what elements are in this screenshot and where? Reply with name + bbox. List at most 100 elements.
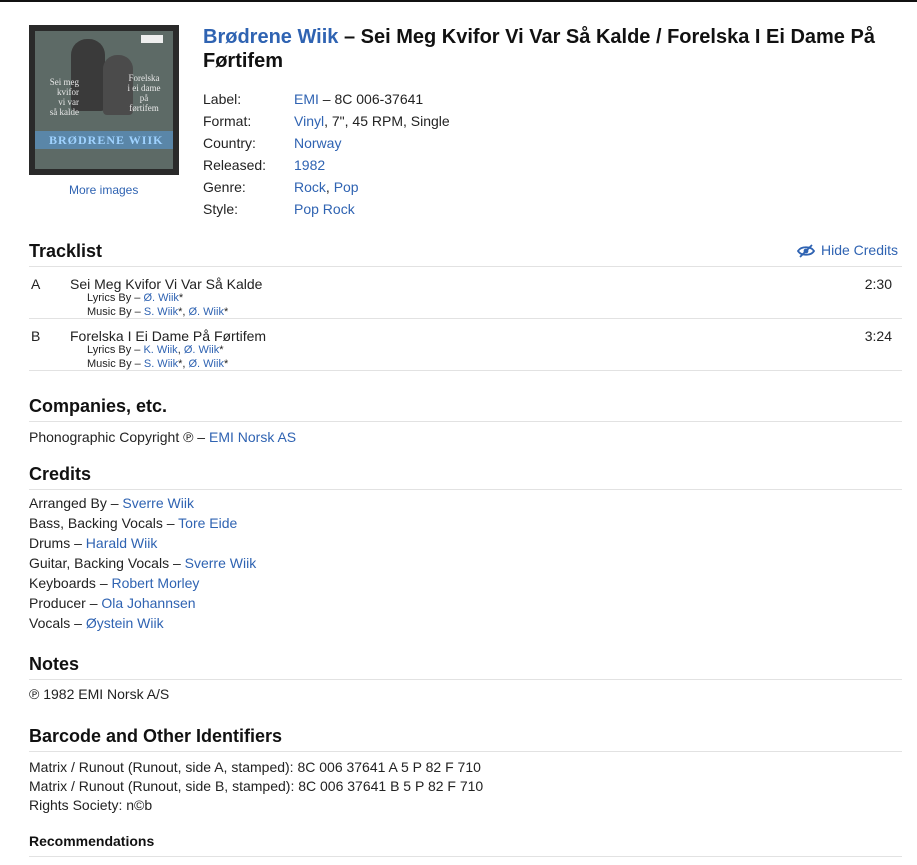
notes-heading: Notes: [29, 653, 902, 680]
notes-section: Notes ℗ 1982 EMI Norsk A/S: [29, 653, 902, 704]
release-header: Sei meg kvifor vi var så kalde Forelska i ei…: [29, 25, 899, 225]
text-fragment: *: [223, 358, 229, 370]
credit-link[interactable]: Rock: [294, 179, 326, 195]
credit-link[interactable]: EMI: [294, 91, 319, 107]
track-credit: Lyrics By – K. Wiik, Ø. Wiik*: [87, 344, 224, 356]
credit-artist-link[interactable]: Harald Wiik: [86, 535, 158, 551]
recommendations-heading: Recommendations: [29, 832, 902, 857]
notes-text: ℗ 1982 EMI Norsk A/S: [29, 686, 170, 702]
credit-line: Keyboards – Robert Morley: [29, 573, 902, 593]
track-row: A Sei Meg Kvifor Vi Var Så Kalde 2:30 Lyric…: [29, 267, 902, 319]
info-label: Style:: [203, 201, 239, 217]
credit-artist-link[interactable]: Ola Johannsen: [101, 595, 195, 611]
cover-image[interactable]: Sei meg kvifor vi var så kalde Forelska i ei…: [29, 25, 179, 175]
text-fragment: *: [219, 344, 224, 356]
info-value: Norway: [294, 135, 341, 151]
track-credit: Lyrics By – Ø. Wiik*: [87, 292, 183, 304]
artist-link[interactable]: Brødrene Wiik: [203, 26, 338, 48]
company-link[interactable]: EMI Norsk AS: [209, 429, 296, 445]
text-fragment: *: [178, 292, 184, 304]
track-position: B: [31, 328, 41, 344]
credit-line: Producer – Ola Johannsen: [29, 593, 902, 613]
release-title: Brødrene Wiik – Sei Meg Kvifor Vi Var Så…: [203, 25, 899, 73]
credit-artist-link[interactable]: Sverre Wiik: [122, 495, 194, 511]
hide-credits-button[interactable]: Hide Credits: [796, 242, 898, 258]
cover-band-name: BRØDRENE WIIK: [49, 133, 164, 147]
credit-link[interactable]: Ø. Wiik: [143, 292, 178, 304]
track-position: A: [31, 276, 41, 292]
cover-text-right: Forelska i ei dame på førtifem: [127, 73, 161, 113]
credit-artist-link[interactable]: Sverre Wiik: [185, 555, 257, 571]
track-row: B Forelska I Ei Dame På Førtifem 3:24 Lyric…: [29, 319, 902, 371]
credit-role: Lyrics By –: [87, 344, 144, 356]
credits-heading: Credits: [29, 463, 902, 490]
track-credit: Music By – S. Wiik*, Ø. Wiik*: [87, 358, 228, 370]
more-images-link[interactable]: More images: [69, 183, 138, 197]
credit-link[interactable]: Pop: [334, 179, 359, 195]
credit-role: Guitar, Backing Vocals –: [29, 555, 185, 571]
credit-artist-link[interactable]: Tore Eide: [178, 515, 237, 531]
info-value: Rock, Pop: [294, 179, 359, 195]
identifiers-section: Barcode and Other Identifiers Matrix / R…: [29, 725, 902, 815]
recommendations-section: Recommendations: [29, 832, 902, 857]
track-credit: Music By – S. Wiik*, Ø. Wiik*: [87, 306, 228, 318]
credit-role: Producer –: [29, 595, 102, 611]
credit-link[interactable]: Ø. Wiik: [189, 358, 224, 370]
info-value: Vinyl, 7", 45 RPM, Single: [294, 113, 450, 129]
info-value: 1982: [294, 157, 325, 173]
identifiers-heading: Barcode and Other Identifiers: [29, 725, 902, 752]
companies-section: Companies, etc. Phonographic Copyright ℗…: [29, 395, 902, 447]
info-label: Format:: [203, 113, 252, 129]
credit-line: Guitar, Backing Vocals – Sverre Wiik: [29, 553, 902, 573]
info-label: Label:: [203, 91, 242, 107]
track-title: Forelska I Ei Dame På Førtifem: [70, 328, 267, 344]
credit-line: Vocals – Øystein Wiik: [29, 613, 902, 633]
track-list: A Sei Meg Kvifor Vi Var Så Kalde 2:30 Lyric…: [29, 267, 902, 371]
company-line: Phonographic Copyright ℗ – EMI Norsk AS: [29, 427, 902, 447]
credit-link[interactable]: Pop Rock: [294, 201, 355, 217]
info-value: EMI – 8C 006-37641: [294, 91, 423, 107]
credit-role: Arranged By –: [29, 495, 123, 511]
credit-link[interactable]: Vinyl: [294, 113, 324, 129]
credit-artist-link[interactable]: Robert Morley: [112, 575, 200, 591]
tracklist-heading: Tracklist: [29, 240, 902, 267]
company-role: Phonographic Copyright ℗ –: [29, 429, 209, 445]
credit-artist-link[interactable]: Øystein Wiik: [86, 615, 164, 631]
identifier-line: Matrix / Runout (Runout, side A, stamped…: [29, 759, 481, 775]
cover-text-left: Sei meg kvifor vi var så kalde: [49, 77, 79, 117]
credit-link[interactable]: Ø. Wiik: [189, 306, 224, 318]
tracklist-section: Tracklist Hide Credits A Sei Meg Kvifor V…: [29, 240, 902, 371]
text-fragment: *: [223, 306, 229, 318]
credit-link[interactable]: Ø. Wiik: [184, 344, 219, 356]
credits-section: Credits Arranged By – Sverre Wiik Bass, B…: [29, 463, 902, 633]
credit-link[interactable]: K. Wiik: [143, 344, 177, 356]
text-fragment: *,: [178, 358, 189, 370]
credit-link[interactable]: S. Wiik: [144, 358, 178, 370]
credit-line: Arranged By – Sverre Wiik: [29, 493, 902, 513]
emi-logo: [141, 35, 163, 43]
credit-line: Bass, Backing Vocals – Tore Eide: [29, 513, 902, 533]
info-label: Genre:: [203, 179, 246, 195]
info-label: Country:: [203, 135, 256, 151]
identifier-line: Matrix / Runout (Runout, side B, stamped…: [29, 778, 484, 794]
companies-heading: Companies, etc.: [29, 395, 902, 422]
text-fragment: , 7", 45 RPM, Single: [324, 113, 450, 129]
credit-role: Music By –: [87, 358, 144, 370]
info-value: Pop Rock: [294, 201, 355, 217]
credit-link[interactable]: Norway: [294, 135, 341, 151]
info-label: Released:: [203, 157, 267, 173]
text-fragment: – 8C 006-37641: [318, 91, 424, 107]
credit-link[interactable]: 1982: [294, 157, 325, 173]
page-title: Brødrene Wiik – Sei Meg Kvifor Vi Var Så…: [203, 26, 875, 72]
credit-role: Music By –: [87, 306, 144, 318]
text-fragment: ,: [325, 179, 334, 195]
identifier-line: Rights Society: n©b: [29, 797, 153, 813]
credit-role: Drums –: [29, 535, 86, 551]
track-duration: 3:24: [864, 328, 892, 344]
credit-link[interactable]: S. Wiik: [144, 306, 178, 318]
eye-slash-icon: [796, 244, 816, 258]
text-fragment: *,: [178, 306, 189, 318]
credit-role: Vocals –: [29, 615, 86, 631]
track-title: Sei Meg Kvifor Vi Var Så Kalde: [70, 276, 263, 292]
credit-role: Keyboards –: [29, 575, 112, 591]
